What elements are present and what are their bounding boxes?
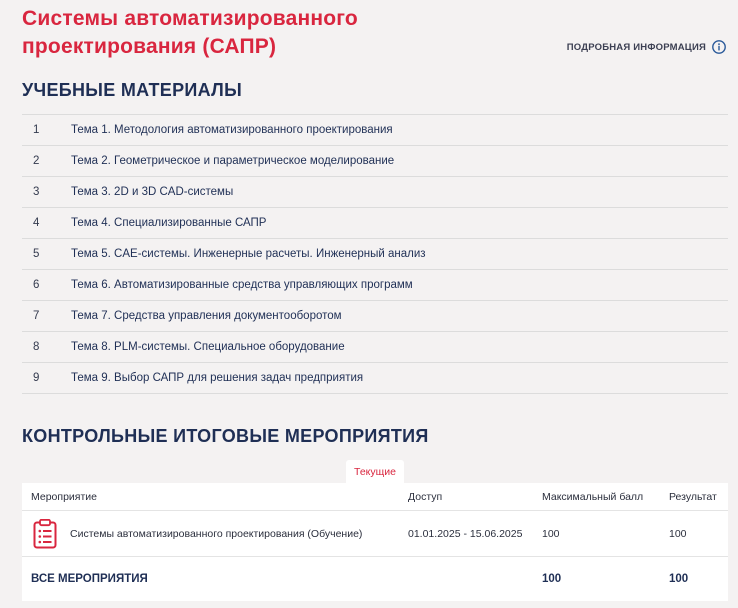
material-item-4[interactable]: 4 Тема 4. Специализированные САПР <box>22 208 728 239</box>
table-row: Системы автоматизированного проектирован… <box>22 511 728 557</box>
material-number: 4 <box>33 217 40 229</box>
events-heading: КОНТРОЛЬНЫЕ ИТОГОВЫЕ МЕРОПРИЯТИЯ <box>22 426 429 446</box>
material-label[interactable]: Тема 1. Методология автоматизированного … <box>71 124 393 136</box>
events-table-header: Мероприятие Доступ Максимальный балл Рез… <box>22 483 728 511</box>
material-item-2[interactable]: 2 Тема 2. Геометрическое и параметрическо… <box>22 146 728 177</box>
material-item-8[interactable]: 8 Тема 8. PLM-системы. Специальное оборуд… <box>22 332 728 363</box>
column-header-access: Доступ <box>408 490 443 503</box>
material-number: 2 <box>33 155 40 167</box>
event-access-dates: 01.01.2025 - 15.06.2025 <box>408 527 523 540</box>
materials-heading: УЧЕБНЫЕ МАТЕРИАЛЫ <box>22 80 243 100</box>
material-number: 9 <box>33 372 40 384</box>
material-label[interactable]: Тема 7. Средства управления документообо… <box>71 310 342 322</box>
event-result: 100 <box>669 527 687 540</box>
more-info-link[interactable]: ПОДРОБНАЯ ИНФОРМАЦИЯ <box>567 40 726 54</box>
material-label[interactable]: Тема 8. PLM-системы. Специальное оборудо… <box>71 341 345 353</box>
tab-current[interactable]: Текущие <box>346 460 404 483</box>
total-label: ВСЕ МЕРОПРИЯТИЯ <box>31 573 148 585</box>
material-item-7[interactable]: 7 Тема 7. Средства управления документооб… <box>22 301 728 332</box>
course-title: Системы автоматизированного проектирован… <box>22 7 358 58</box>
material-number: 8 <box>33 341 40 353</box>
material-label[interactable]: Тема 3. 2D и 3D CAD-системы <box>71 186 233 198</box>
material-item-9[interactable]: 9 Тема 9. Выбор САПР для решения задач пр… <box>22 363 728 394</box>
column-header-max-score: Максимальный балл <box>542 490 644 503</box>
material-item-1[interactable]: 1 Тема 1. Методология автоматизированного… <box>22 115 728 146</box>
more-info-label: ПОДРОБНАЯ ИНФОРМАЦИЯ <box>566 41 706 53</box>
material-label[interactable]: Тема 2. Геометрическое и параметрическое… <box>71 155 394 167</box>
material-label[interactable]: Тема 5. CAE-системы. Инженерные расчеты.… <box>71 248 426 260</box>
material-number: 7 <box>33 310 40 322</box>
material-item-5[interactable]: 5 Тема 5. CAE-системы. Инженерные расчеты… <box>22 239 728 270</box>
materials-list: 1 Тема 1. Методология автоматизированного… <box>22 114 728 394</box>
info-icon <box>712 40 726 54</box>
material-label[interactable]: Тема 9. Выбор САПР для решения задач пре… <box>71 372 363 384</box>
total-max-score: 100 <box>542 573 562 585</box>
events-table: Мероприятие Доступ Максимальный балл Рез… <box>22 483 728 601</box>
material-label[interactable]: Тема 4. Специализированные САПР <box>71 217 266 229</box>
event-name-link[interactable]: Системы автоматизированного проектирован… <box>70 528 362 540</box>
column-header-result: Результат <box>669 490 717 503</box>
material-number: 6 <box>33 279 40 291</box>
material-item-3[interactable]: 3 Тема 3. 2D и 3D CAD-системы <box>22 177 728 208</box>
column-header-event: Мероприятие <box>31 490 97 503</box>
material-number: 5 <box>33 248 40 260</box>
events-total-row: ВСЕ МЕРОПРИЯТИЯ 100 100 <box>22 557 728 601</box>
total-result: 100 <box>669 573 689 585</box>
material-label[interactable]: Тема 6. Автоматизированные средства упра… <box>71 279 413 291</box>
clipboard-list-icon <box>33 518 57 548</box>
material-number: 3 <box>33 186 40 198</box>
material-item-6[interactable]: 6 Тема 6. Автоматизированные средства упр… <box>22 270 728 301</box>
event-max-score: 100 <box>542 527 560 540</box>
material-number: 1 <box>33 124 40 136</box>
event-cell: Системы автоматизированного проектирован… <box>22 518 408 549</box>
